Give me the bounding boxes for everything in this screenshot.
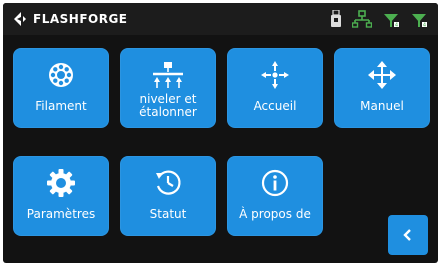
- svg-text:4: 4: [423, 23, 426, 29]
- wifi-signal-icon: 4: [382, 10, 400, 28]
- network-connected-icon: [352, 10, 372, 28]
- touchscreen: FLASHFORGE 4 4 Filament niveler et étalo…: [3, 3, 438, 263]
- top-status-bar: FLASHFORGE 4 4: [3, 3, 438, 35]
- flashforge-logo-icon: [11, 11, 27, 27]
- info-icon: [227, 166, 323, 200]
- status-button[interactable]: Statut: [120, 156, 216, 236]
- move-arrows-icon: [334, 58, 430, 92]
- usb-drive-icon: [330, 10, 342, 28]
- clock-icon: [120, 166, 216, 200]
- filament-button[interactable]: Filament: [13, 48, 109, 128]
- settings-button[interactable]: Paramètres: [13, 156, 109, 236]
- svg-text:4: 4: [395, 23, 398, 29]
- home-axes-icon: [227, 58, 323, 92]
- home-button[interactable]: Accueil: [227, 48, 323, 128]
- level-calibrate-button[interactable]: niveler et étalonner: [120, 48, 216, 128]
- about-label: À propos de: [239, 207, 311, 221]
- brand-name: FLASHFORGE: [33, 12, 128, 26]
- manual-button[interactable]: Manuel: [334, 48, 430, 128]
- back-button[interactable]: [388, 215, 428, 255]
- about-button[interactable]: À propos de: [227, 156, 323, 236]
- status-label: Statut: [149, 207, 187, 221]
- leveling-icon: [120, 58, 216, 92]
- wifi-signal-icon: 4: [410, 10, 428, 28]
- manual-label: Manuel: [360, 99, 404, 113]
- status-icons: 4 4: [330, 8, 428, 30]
- home-label: Accueil: [253, 99, 297, 113]
- filament-label: Filament: [35, 99, 87, 113]
- chevron-left-icon: [401, 228, 415, 242]
- filament-spool-icon: [13, 58, 109, 92]
- gear-icon: [13, 166, 109, 200]
- brand: FLASHFORGE: [11, 10, 128, 28]
- level-calibrate-label: niveler et étalonner: [139, 92, 197, 119]
- settings-label: Paramètres: [26, 207, 96, 221]
